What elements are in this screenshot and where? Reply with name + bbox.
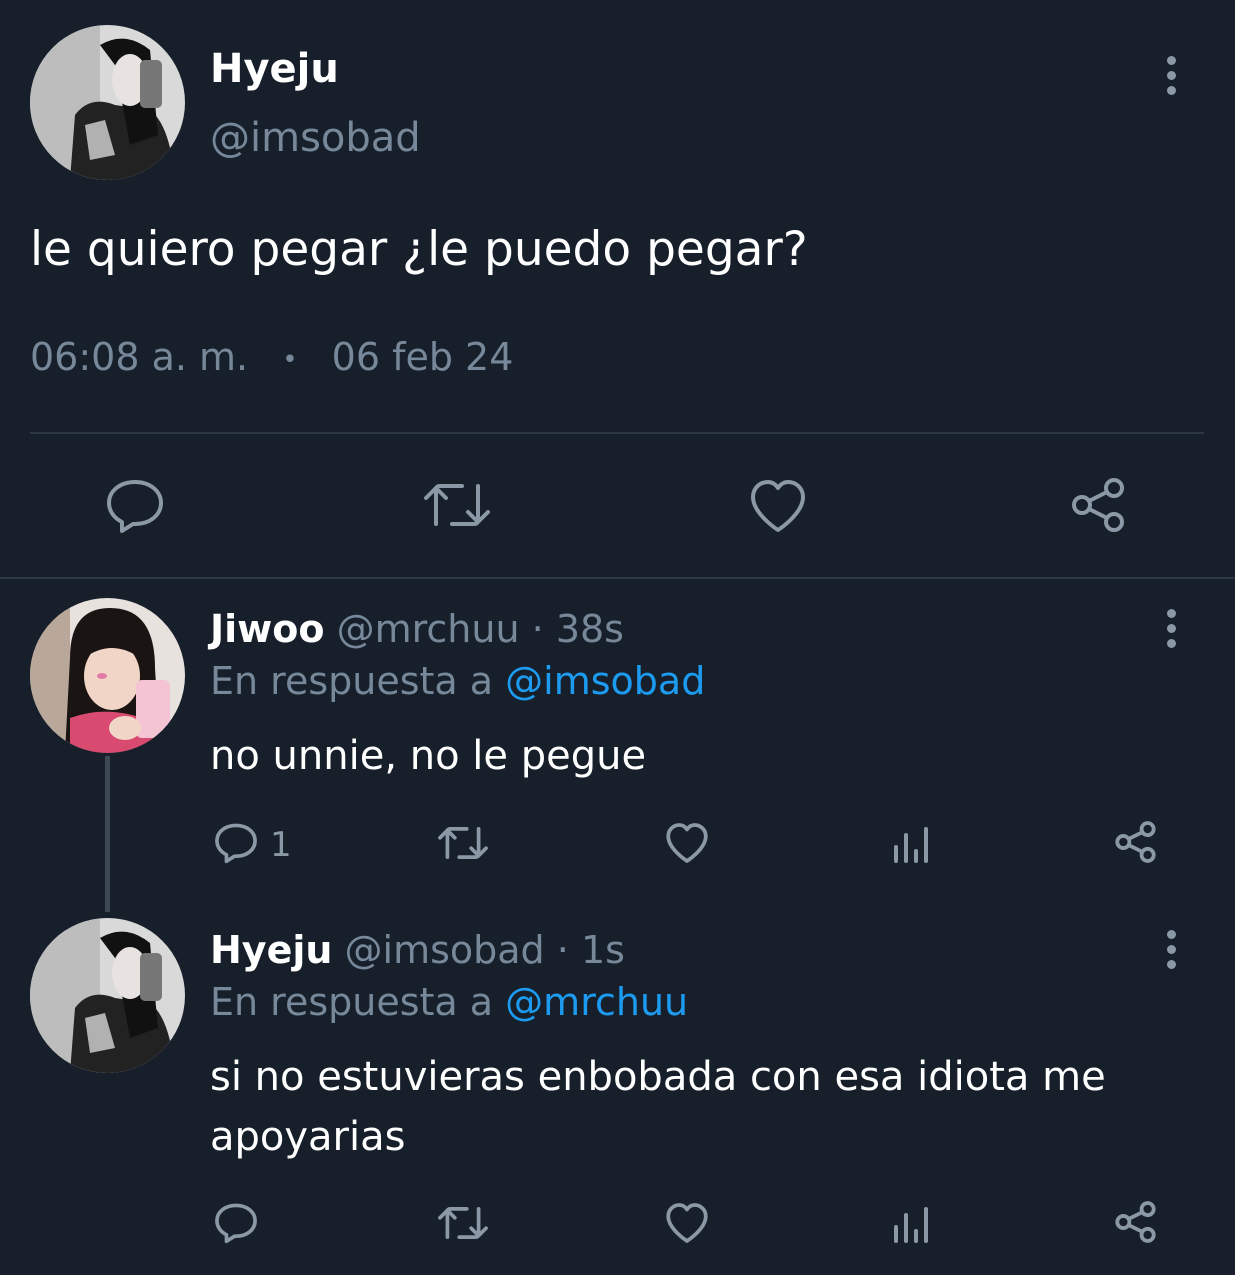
reply-count: 1	[270, 825, 292, 865]
retweet-icon[interactable]	[422, 480, 492, 530]
avatar[interactable]	[30, 918, 185, 1073]
author-name[interactable]: Jiwoo	[210, 607, 324, 651]
reply-time: 38s	[555, 607, 624, 651]
more-options-icon[interactable]	[1166, 930, 1176, 975]
author-name[interactable]: Hyeju	[210, 44, 339, 94]
header-dot: ·	[556, 928, 569, 972]
avatar[interactable]	[30, 25, 185, 180]
share-icon[interactable]	[1114, 1200, 1160, 1244]
tweet-text: no unnie, no le pegue	[210, 733, 647, 779]
tweet-text-line-2: apoyarias	[210, 1114, 406, 1160]
reply-prefix: En respuesta a	[210, 659, 494, 703]
reply-prefix: En respuesta a	[210, 980, 494, 1024]
like-icon[interactable]	[664, 1202, 710, 1244]
reply-icon[interactable]	[105, 478, 165, 534]
retweet-icon[interactable]	[437, 824, 489, 862]
reply-icon[interactable]	[214, 1202, 258, 1244]
more-options-icon[interactable]	[1166, 609, 1176, 654]
tweet-timestamp: 06:08 a. m. • 06 feb 24	[30, 333, 513, 384]
author-handle[interactable]: @imsobad	[210, 113, 421, 163]
reply-context: En respuesta a @imsobad	[210, 656, 705, 706]
divider	[0, 577, 1235, 579]
author-handle[interactable]: @mrchuu	[337, 607, 520, 651]
header-dot: ·	[531, 607, 544, 651]
share-icon[interactable]	[1114, 820, 1160, 864]
reply-context: En respuesta a @mrchuu	[210, 977, 688, 1027]
more-options-icon[interactable]	[1166, 56, 1176, 101]
author-name[interactable]: Hyeju	[210, 928, 332, 972]
tweet-text-line-1: si no estuvieras enbobada con esa idiota…	[210, 1054, 1106, 1100]
timestamp-separator: •	[282, 344, 298, 375]
reply-time: 1s	[580, 928, 625, 972]
tweet-time: 06:08 a. m.	[30, 335, 249, 379]
reply-header: Jiwoo @mrchuu · 38s	[210, 604, 624, 654]
tweet-date: 06 feb 24	[331, 335, 514, 379]
reply-header: Hyeju @imsobad · 1s	[210, 925, 625, 975]
thread-line	[105, 756, 110, 912]
like-icon[interactable]	[664, 822, 710, 864]
share-icon[interactable]	[1070, 476, 1130, 534]
divider	[30, 432, 1204, 434]
retweet-icon[interactable]	[437, 1204, 489, 1242]
analytics-icon[interactable]	[892, 1205, 932, 1243]
reply-to-link[interactable]: @mrchuu	[505, 980, 688, 1024]
avatar[interactable]	[30, 598, 185, 753]
reply-to-link[interactable]: @imsobad	[505, 659, 705, 703]
reply-icon[interactable]	[214, 822, 258, 864]
like-icon[interactable]	[748, 478, 808, 534]
tweet-text: le quiero pegar ¿le puedo pegar?	[30, 222, 808, 277]
analytics-icon[interactable]	[892, 825, 932, 863]
author-handle[interactable]: @imsobad	[345, 928, 545, 972]
